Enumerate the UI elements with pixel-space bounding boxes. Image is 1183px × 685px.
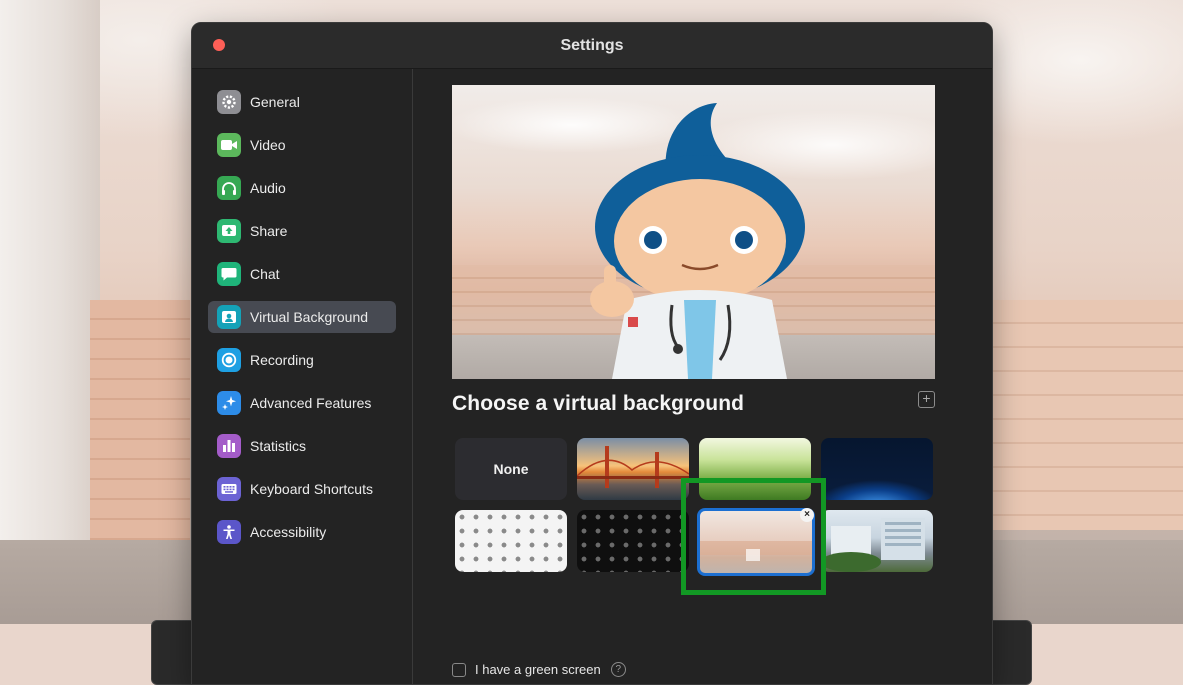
virtual-background-panel: Choose a virtual background + None × I h… xyxy=(413,69,992,684)
keyboard-icon xyxy=(217,477,241,501)
headphones-icon xyxy=(217,176,241,200)
background-thumbnail-earth[interactable] xyxy=(821,438,933,500)
accessibility-icon xyxy=(217,520,241,544)
plus-icon[interactable]: + xyxy=(918,391,935,408)
share-screen-icon xyxy=(217,219,241,243)
bridge-image xyxy=(577,446,689,488)
wallpaper-stairs xyxy=(90,300,190,540)
sidebar-item-label: Keyboard Shortcuts xyxy=(250,481,373,497)
bar-chart-icon xyxy=(217,434,241,458)
sidebar-item-label: Recording xyxy=(250,352,314,368)
record-icon xyxy=(217,348,241,372)
green-screen-option: I have a green screen ? xyxy=(452,662,626,677)
sidebar-item-label: Virtual Background xyxy=(250,309,369,325)
question-icon[interactable]: ? xyxy=(610,662,626,677)
sidebar-item-keyboard-shortcuts[interactable]: Keyboard Shortcuts xyxy=(208,473,396,505)
green-screen-label[interactable]: I have a green screen xyxy=(475,662,601,677)
sidebar-item-label: Chat xyxy=(250,266,280,282)
green-screen-checkbox[interactable] xyxy=(452,662,466,677)
sidebar-item-general[interactable]: General xyxy=(208,86,396,118)
mascot-avatar xyxy=(590,103,805,379)
gear-icon xyxy=(217,90,241,114)
background-thumbnail-pattern-dark[interactable] xyxy=(577,510,689,572)
sidebar-item-recording[interactable]: Recording xyxy=(208,344,396,376)
sidebar-item-label: Accessibility xyxy=(250,524,327,540)
sparkle-icon xyxy=(217,391,241,415)
thumbnail-label: None xyxy=(493,461,529,477)
background-preview xyxy=(452,85,935,379)
sidebar-item-audio[interactable]: Audio xyxy=(208,172,396,204)
sidebar-item-accessibility[interactable]: Accessibility xyxy=(208,516,396,548)
sidebar-item-video[interactable]: Video xyxy=(208,129,396,161)
selection-highlight xyxy=(681,478,826,595)
sidebar-item-virtual-background[interactable]: Virtual Background xyxy=(208,301,396,333)
sidebar-item-label: Advanced Features xyxy=(250,395,372,411)
sidebar-item-label: Audio xyxy=(250,180,286,196)
sidebar-item-statistics[interactable]: Statistics xyxy=(208,430,396,462)
video-camera-icon xyxy=(217,133,241,157)
background-thumbnail-golden-gate[interactable] xyxy=(577,438,689,500)
background-thumbnail-building[interactable] xyxy=(821,510,933,572)
settings-window: Settings General Video Audio Share Chat … xyxy=(191,22,993,685)
sidebar-item-label: Video xyxy=(250,137,286,153)
sidebar-item-label: General xyxy=(250,94,300,110)
background-thumbnail-pattern-light[interactable] xyxy=(455,510,567,572)
sidebar-item-label: Statistics xyxy=(250,438,307,454)
virtual-background-icon xyxy=(217,305,241,329)
sidebar-item-chat[interactable]: Chat xyxy=(208,258,396,290)
sidebar-item-share[interactable]: Share xyxy=(208,215,396,247)
wallpaper-column xyxy=(0,0,100,624)
background-thumbnail-none[interactable]: None xyxy=(455,438,567,500)
settings-sidebar: General Video Audio Share Chat Virtual B… xyxy=(192,69,413,684)
building-image xyxy=(821,518,925,572)
sidebar-item-label: Share xyxy=(250,223,288,239)
chat-bubble-icon xyxy=(217,262,241,286)
title-bar: Settings xyxy=(192,23,992,69)
wallpaper-steps-right xyxy=(992,300,1183,530)
sidebar-item-advanced-features[interactable]: Advanced Features xyxy=(208,387,396,419)
choose-background-title: Choose a virtual background xyxy=(452,392,745,415)
window-title: Settings xyxy=(560,37,624,54)
